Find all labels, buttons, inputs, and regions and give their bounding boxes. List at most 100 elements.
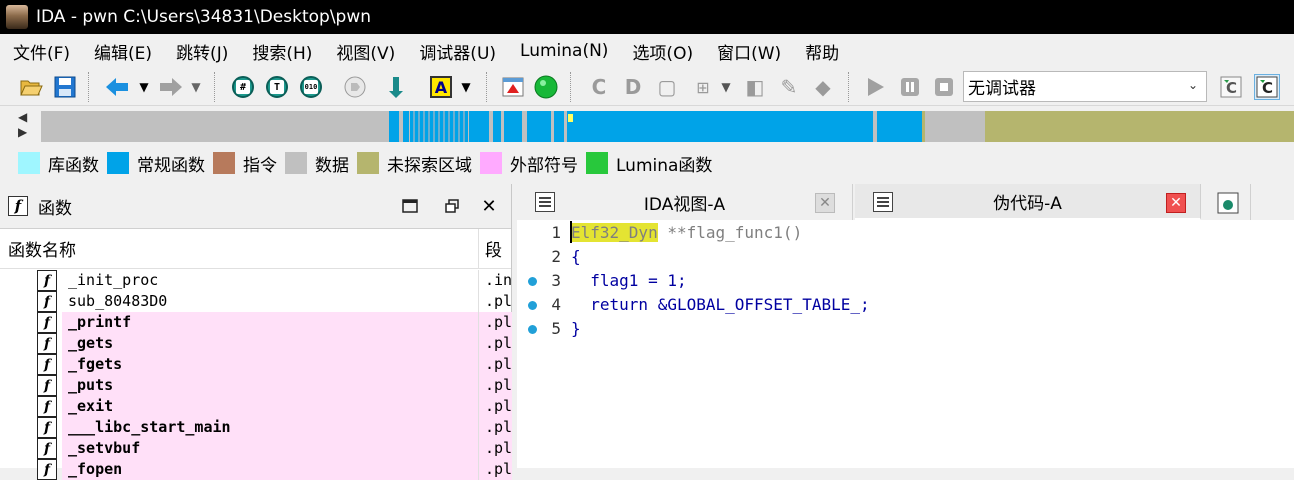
function-name[interactable]: _fopen — [62, 459, 478, 480]
nav-left-arrow-icon[interactable]: ◀ — [18, 110, 27, 124]
code-c-icon[interactable]: C — [586, 74, 612, 100]
green-circle-icon[interactable] — [533, 74, 559, 100]
function-icon: f — [37, 333, 57, 354]
function-row[interactable]: f_fgets.plt — [0, 354, 512, 375]
text-icon[interactable]: T — [264, 74, 290, 100]
function-segment: .plt — [478, 396, 512, 417]
debugger-select[interactable]: 无调试器 ⌄ — [963, 71, 1207, 102]
tab-extra[interactable] — [1203, 184, 1251, 220]
pointer-icon[interactable]: ◧ — [742, 74, 768, 100]
navigation-strip[interactable] — [41, 111, 1294, 142]
legend-item: 数据 — [285, 151, 349, 176]
menu-debugger[interactable]: 调试器(U) — [419, 39, 496, 64]
pseudocode-view[interactable]: 1 Elf32_Dyn **flag_func1() 2 { 3 flag1 =… — [517, 220, 1294, 468]
breakpoint-dot[interactable] — [528, 301, 537, 310]
column-function-name[interactable]: 函数名称 — [8, 236, 76, 261]
code-line[interactable]: 5 } — [517, 317, 1294, 341]
menu-help[interactable]: 帮助 — [805, 39, 839, 64]
function-name[interactable]: _printf — [62, 312, 478, 333]
function-icon: f — [37, 270, 57, 291]
function-name[interactable]: ___libc_start_main — [62, 417, 478, 438]
jump-icon[interactable] — [384, 74, 410, 100]
stop-icon[interactable] — [931, 74, 957, 100]
function-name[interactable]: _init_proc — [62, 270, 478, 291]
tab-ida-view-label: IDA视图-A — [643, 194, 726, 215]
hammer-icon[interactable]: ✎ — [776, 74, 802, 100]
code-line[interactable]: 4 return &GLOBAL_OFFSET_TABLE_; — [517, 293, 1294, 317]
open-icon[interactable] — [18, 74, 44, 100]
tab-pseudocode-label: 伪代码-A — [993, 193, 1062, 214]
binary-icon[interactable]: 010 — [298, 74, 324, 100]
function-segment: .plt — [478, 333, 512, 354]
save-icon[interactable] — [52, 74, 78, 100]
close-icon[interactable]: ✕ — [1166, 193, 1186, 213]
refresh-c-icon[interactable]: C — [1218, 74, 1244, 100]
functions-list: f_init_proc.initfsub_80483D0.pltf_printf… — [0, 270, 512, 480]
refresh-c-active-icon[interactable]: C — [1254, 74, 1280, 100]
menu-search[interactable]: 搜索(H) — [252, 39, 312, 64]
menu-file[interactable]: 文件(F) — [13, 39, 70, 64]
menu-bar: 文件(F) 编辑(E) 跳转(J) 搜索(H) 视图(V) 调试器(U) Lum… — [0, 34, 1294, 68]
function-row[interactable]: f_setvbuf.plt — [0, 438, 512, 459]
legend-swatch — [107, 152, 129, 174]
data-d-icon[interactable]: D — [620, 74, 646, 100]
function-name[interactable]: sub_80483D0 — [62, 291, 478, 312]
back-dropdown-icon[interactable]: ▼ — [134, 74, 154, 100]
font-dropdown-icon[interactable]: ▼ — [456, 74, 476, 100]
back-arrow-icon[interactable] — [104, 74, 130, 100]
menu-view[interactable]: 视图(V) — [336, 39, 395, 64]
flag-icon[interactable] — [500, 74, 526, 100]
function-signature[interactable]: **flag_func1() — [658, 223, 802, 242]
menu-edit[interactable]: 编辑(E) — [94, 39, 152, 64]
nav-right-arrow-icon[interactable]: ▶ — [18, 125, 27, 139]
function-row[interactable]: f_exit.plt — [0, 396, 512, 417]
close-icon[interactable]: ✕ — [477, 194, 501, 218]
function-row[interactable]: f___libc_start_main.plt — [0, 417, 512, 438]
struct-icon[interactable]: ▢ — [654, 74, 680, 100]
function-row[interactable]: f_puts.plt — [0, 375, 512, 396]
legend-swatch — [586, 152, 608, 174]
code-line[interactable]: 3 flag1 = 1; — [517, 269, 1294, 293]
play-icon[interactable] — [862, 74, 888, 100]
function-row[interactable]: f_init_proc.init — [0, 270, 512, 291]
functions-column-header: 函数名称 段 — [0, 228, 511, 269]
code-line[interactable]: 2 { — [517, 245, 1294, 269]
function-row[interactable]: f_gets.plt — [0, 333, 512, 354]
function-icon: f — [37, 459, 57, 480]
function-name[interactable]: _fgets — [62, 354, 478, 375]
close-icon[interactable]: ✕ — [815, 193, 835, 213]
font-a-icon[interactable]: A — [428, 74, 454, 100]
function-name[interactable]: _exit — [62, 396, 478, 417]
maximize-icon[interactable] — [398, 194, 422, 218]
function-icon: f — [37, 312, 57, 333]
function-row[interactable]: fsub_80483D0.plt — [0, 291, 512, 312]
pause-icon[interactable] — [897, 74, 923, 100]
tab-pseudocode[interactable]: 伪代码-A ✕ — [855, 184, 1201, 220]
function-name[interactable]: _puts — [62, 375, 478, 396]
legend-item: 外部符号 — [480, 151, 578, 176]
function-icon: f — [37, 354, 57, 375]
forward-arrow-icon[interactable] — [158, 74, 184, 100]
function-row[interactable]: f_fopen.plt — [0, 459, 512, 480]
menu-window[interactable]: 窗口(W) — [717, 39, 781, 64]
menu-options[interactable]: 选项(O) — [632, 39, 693, 64]
menu-jump[interactable]: 跳转(J) — [176, 39, 228, 64]
forward-dropdown-icon[interactable]: ▼ — [186, 74, 206, 100]
code-line[interactable]: 1 Elf32_Dyn **flag_func1() — [517, 221, 1294, 245]
diamond-icon[interactable]: ◆ — [810, 74, 836, 100]
menu-lumina[interactable]: Lumina(N) — [520, 41, 608, 61]
restore-icon[interactable] — [440, 194, 464, 218]
hash-icon[interactable]: # — [230, 74, 256, 100]
script-icon[interactable] — [342, 74, 368, 100]
column-segment[interactable]: 段 — [478, 228, 502, 269]
hex-view-icon — [1217, 192, 1239, 214]
function-name[interactable]: _gets — [62, 333, 478, 354]
plus-icon[interactable]: ⊞ — [690, 74, 716, 100]
return-type[interactable]: Elf32_Dyn — [571, 223, 658, 242]
breakpoint-dot[interactable] — [528, 277, 537, 286]
plus-dropdown-icon[interactable]: ▼ — [716, 74, 736, 100]
function-name[interactable]: _setvbuf — [62, 438, 478, 459]
breakpoint-dot[interactable] — [528, 325, 537, 334]
tab-ida-view[interactable]: IDA视图-A ✕ — [517, 184, 853, 220]
function-row[interactable]: f_printf.plt — [0, 312, 512, 333]
